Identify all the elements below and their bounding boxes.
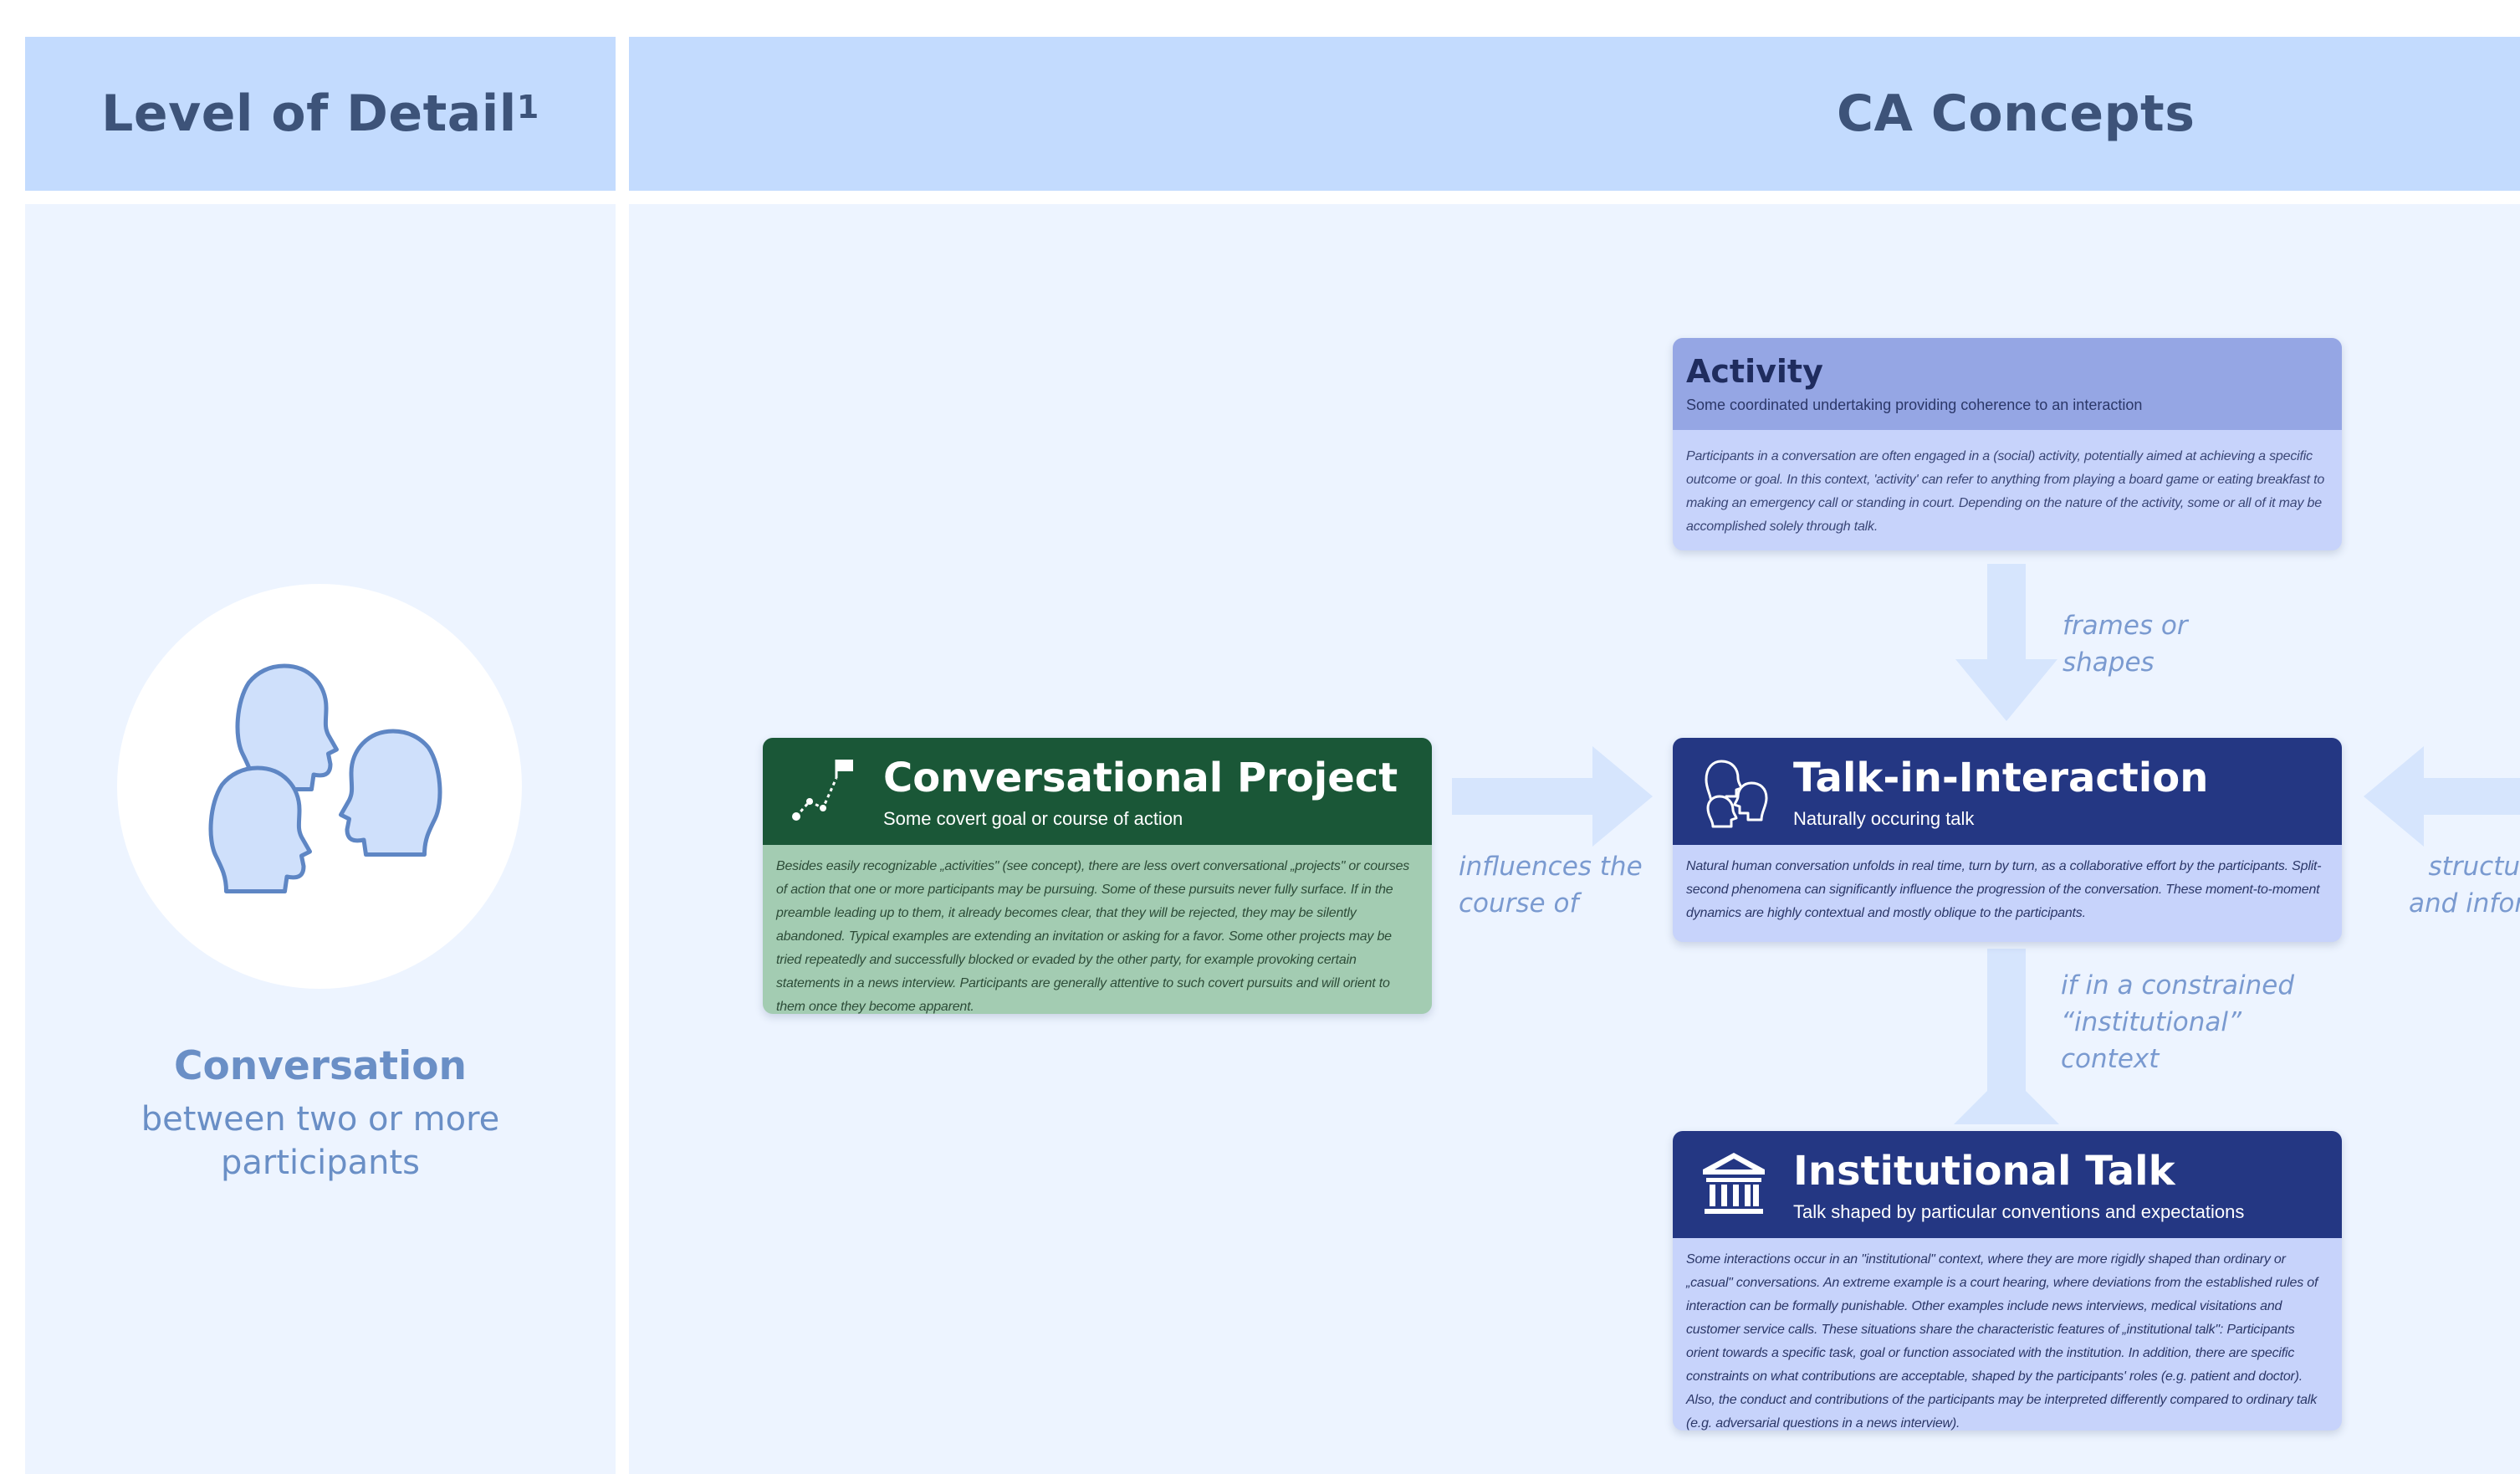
talk-in-interaction-description: Natural human conversation unfolds in re…: [1686, 859, 2322, 920]
institutional-talk-description: Some interactions occur in an "instituti…: [1686, 1252, 2318, 1430]
institutional-talk-title: Institutional Talk: [1793, 1148, 2175, 1195]
activity-title: Activity: [1686, 353, 1823, 390]
arrow-structures: [2364, 746, 2520, 847]
conversational-project-subtitle: Some covert goal or course of action: [883, 808, 1183, 829]
arrow-frames: [1955, 564, 2057, 721]
activity-card: Activity Some coordinated undertaking pr…: [1673, 338, 2342, 550]
institutional-talk-card: Institutional Talk Talk shaped by partic…: [1673, 1131, 2342, 1430]
label-constrained-line-3: context: [2061, 1044, 2160, 1074]
label-constrained-context: if in a constrained “institutional” cont…: [2061, 967, 2294, 1077]
label-frames-line-1: frames or: [2063, 611, 2188, 641]
talk-in-interaction-header: Talk-in-Interaction Naturally occuring t…: [1673, 738, 2342, 845]
label-structures: structu and infor: [2409, 848, 2520, 922]
talking-heads-icon: [1705, 760, 1768, 828]
institutional-talk-header: Institutional Talk Talk shaped by partic…: [1673, 1131, 2342, 1238]
talk-in-interaction-title: Talk-in-Interaction: [1793, 755, 2209, 801]
label-constrained-line-1: if in a constrained: [2061, 970, 2295, 1001]
activity-card-header: Activity Some coordinated undertaking pr…: [1673, 338, 2342, 430]
conversational-project-card: Conversational Project Some covert goal …: [763, 738, 1432, 1014]
activity-description: Participants in a conversation are often…: [1686, 449, 2325, 534]
activity-subtitle: Some coordinated undertaking providing c…: [1686, 397, 2143, 413]
conversational-project-title: Conversational Project: [883, 755, 1398, 801]
label-structures-line-2: and infor: [2409, 888, 2520, 919]
label-influences: influences the course of: [1459, 848, 1643, 922]
institutional-talk-subtitle: Talk shaped by particular conventions an…: [1793, 1201, 2245, 1222]
talk-in-interaction-subtitle: Naturally occuring talk: [1793, 808, 1975, 829]
conversational-project-header: Conversational Project Some covert goal …: [763, 738, 1432, 845]
arrow-constrained: [1954, 949, 2059, 1124]
institution-building-icon: [1703, 1153, 1765, 1214]
label-frames-or-shapes: frames or shapes: [2063, 607, 2188, 681]
label-influences-line-1: influences the: [1459, 852, 1643, 882]
label-influences-line-2: course of: [1459, 888, 1579, 919]
label-frames-line-2: shapes: [2063, 647, 2155, 678]
label-constrained-line-2: “institutional”: [2061, 1007, 2242, 1037]
arrow-influences: [1452, 746, 1653, 847]
talk-in-interaction-card: Talk-in-Interaction Naturally occuring t…: [1673, 738, 2342, 942]
conversational-project-description: Besides easily recognizable „activities"…: [776, 859, 1410, 1014]
label-structures-line-1: structu: [2428, 852, 2520, 882]
path-flag-icon: [792, 760, 853, 821]
